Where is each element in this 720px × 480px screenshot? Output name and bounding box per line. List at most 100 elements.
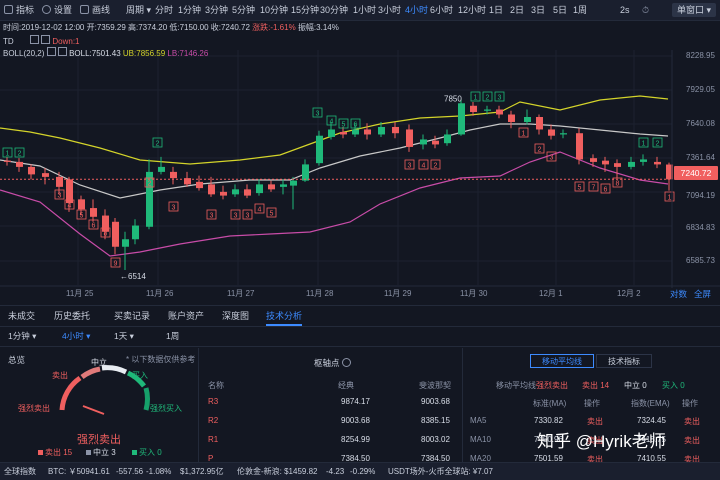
td-count-label: 2 bbox=[434, 163, 438, 170]
candle-body bbox=[406, 129, 413, 147]
td-count-label: 3 bbox=[210, 213, 214, 220]
ma-summary-label: 移动平均线 bbox=[496, 381, 536, 390]
candle-body bbox=[470, 105, 477, 113]
refresh-interval[interactable]: 2s bbox=[620, 0, 630, 20]
interval-11[interactable]: 12小时 bbox=[458, 0, 486, 20]
price-tick: 7094.19 bbox=[686, 191, 715, 200]
chart-toolbar: 指标 设置 画线 周期 ▾ 分时 1分钟 3分钟 5分钟 10分钟 15分钟 30分钟 1小时… bbox=[0, 0, 720, 21]
date-tick: 11月 26 bbox=[146, 289, 174, 298]
low-marker: ←6514 bbox=[120, 272, 146, 281]
indicator-icon bbox=[4, 5, 13, 14]
tab-open-orders[interactable]: 未成交 bbox=[8, 306, 35, 326]
single-window-button[interactable]: 单窗口 ▾ bbox=[671, 3, 716, 17]
interval-5[interactable]: 15分钟 bbox=[291, 0, 319, 20]
candle-body bbox=[42, 173, 49, 177]
interval-14[interactable]: 3日 bbox=[531, 0, 545, 20]
ma-name: MA10 bbox=[470, 435, 491, 444]
tab-moving-average[interactable]: 移动平均线 bbox=[530, 354, 594, 368]
candle-body bbox=[196, 181, 203, 189]
btc-pct: -1.08% bbox=[146, 467, 172, 476]
close-icon[interactable] bbox=[57, 47, 67, 56]
ma-ma: 7330.82 bbox=[534, 416, 563, 425]
pencil-icon bbox=[80, 5, 89, 14]
td-count-label: 5 bbox=[80, 213, 84, 220]
interval-3[interactable]: 5分钟 bbox=[232, 0, 255, 20]
global-index-label[interactable]: 全球指数 bbox=[4, 463, 36, 480]
td-count-label: 6 bbox=[92, 223, 96, 230]
td-count-label: 5 bbox=[342, 122, 346, 129]
gauge-sell: 卖出 bbox=[52, 371, 68, 380]
td-count-label: 2 bbox=[538, 147, 542, 154]
candle-body bbox=[316, 135, 323, 164]
interval-12[interactable]: 1日 bbox=[489, 0, 503, 20]
high-marker: 7850 bbox=[444, 94, 462, 103]
timeframe-tab[interactable]: 1分钟 ▾ bbox=[8, 326, 36, 346]
candle-body bbox=[256, 184, 263, 194]
price-tick: 6834.83 bbox=[686, 223, 715, 232]
interval-13[interactable]: 2日 bbox=[510, 0, 524, 20]
interval-15[interactable]: 5日 bbox=[553, 0, 567, 20]
ma-col-op: 操作 bbox=[584, 399, 600, 408]
clock-icon[interactable]: ⏱ bbox=[642, 0, 649, 20]
tab-technical-analysis[interactable]: 技术分析 bbox=[266, 306, 303, 326]
td-count-label: 4 bbox=[422, 163, 426, 170]
interval-9[interactable]: 4小时 bbox=[405, 0, 428, 20]
td-count-label: 2 bbox=[486, 95, 490, 102]
help-icon[interactable] bbox=[341, 358, 351, 367]
interval-1[interactable]: 1分钟 bbox=[178, 0, 201, 20]
close-icon[interactable] bbox=[41, 35, 51, 44]
td-count-label: 1 bbox=[474, 95, 478, 102]
interval-0[interactable]: 分时 bbox=[155, 0, 173, 20]
watermark: 知乎 @Hyrik老师 bbox=[537, 432, 666, 451]
interval-10[interactable]: 6小时 bbox=[430, 0, 453, 20]
gauge-buy: 买入 bbox=[132, 371, 148, 380]
divider bbox=[462, 348, 463, 462]
candle-body bbox=[484, 109, 491, 111]
timeframe-tab[interactable]: 4小时 ▾ bbox=[62, 326, 90, 346]
eye-icon[interactable] bbox=[29, 35, 39, 44]
interval-7[interactable]: 1小时 bbox=[353, 0, 376, 20]
ohlc-info: 时间:2019-12-02 12:00 开:7359.29 高:7374.20 … bbox=[3, 23, 339, 32]
draw-button[interactable]: 画线 bbox=[80, 0, 110, 20]
interval-2[interactable]: 3分钟 bbox=[205, 0, 228, 20]
timeframe-tab[interactable]: 1周 bbox=[166, 326, 179, 346]
td-count-label: 8 bbox=[616, 181, 620, 188]
date-tick: 12月 1 bbox=[539, 289, 563, 298]
candle-body bbox=[524, 116, 531, 122]
settings-button[interactable]: 设置 bbox=[42, 0, 72, 20]
ma-neutral-count: 中立 0 bbox=[624, 381, 647, 390]
boll-info: BOLL(20,2) BOLL:7501.43 UB:7856.59 LB:71… bbox=[3, 47, 209, 58]
tab-assets[interactable]: 账户资产 bbox=[168, 306, 204, 326]
candle-body bbox=[508, 114, 515, 122]
indicator-button[interactable]: 指标 bbox=[4, 0, 34, 20]
ma-name: MA5 bbox=[470, 416, 487, 425]
timeframe-tab[interactable]: 1天 ▾ bbox=[114, 326, 134, 346]
tab-order-history[interactable]: 历史委托 bbox=[54, 306, 90, 326]
tab-trade-records[interactable]: 买卖记录 bbox=[114, 306, 150, 326]
interval-6[interactable]: 30分钟 bbox=[320, 0, 348, 20]
neutral-count: 中立 3 bbox=[86, 447, 116, 458]
tab-tech-indicators[interactable]: 技术指标 bbox=[596, 354, 652, 368]
td-count-label: 6 bbox=[354, 122, 358, 129]
pivot-name: R3 bbox=[208, 397, 219, 406]
candle-body bbox=[392, 126, 399, 134]
td-count-label: 3 bbox=[408, 163, 412, 170]
candlestick-chart[interactable]: 1 2 2 3 4 5 6 1 2 3 1 2 3 4 5 6 8 9 2 3 3 3 3 4 5 3 4 2 1 2 3 5 7 6 8 1 7850… bbox=[0, 20, 720, 300]
interval-16[interactable]: 1周 bbox=[573, 0, 587, 20]
log-scale-link[interactable]: 对数 bbox=[670, 288, 687, 300]
td-count-label: 6 bbox=[604, 187, 608, 194]
candle-body bbox=[432, 140, 439, 145]
candle-body bbox=[122, 239, 129, 247]
interval-8[interactable]: 3小时 bbox=[378, 0, 401, 20]
interval-4[interactable]: 10分钟 bbox=[260, 0, 288, 20]
candle-body bbox=[560, 133, 567, 135]
chart-canvas[interactable]: 1 2234 5 61 2 31 2345689233 3 3453 4 21235 7 6817850… bbox=[0, 20, 720, 300]
candle-body bbox=[170, 171, 177, 179]
gauge-neutral: 中立 bbox=[91, 358, 107, 367]
ma-buy-count: 买入 0 bbox=[662, 381, 685, 390]
candle-body bbox=[4, 160, 11, 162]
fullscreen-link[interactable]: 全屏 bbox=[694, 288, 711, 300]
tab-depth[interactable]: 深度图 bbox=[222, 306, 249, 326]
eye-icon[interactable] bbox=[46, 47, 56, 56]
price-tick: 7640.08 bbox=[686, 119, 715, 128]
